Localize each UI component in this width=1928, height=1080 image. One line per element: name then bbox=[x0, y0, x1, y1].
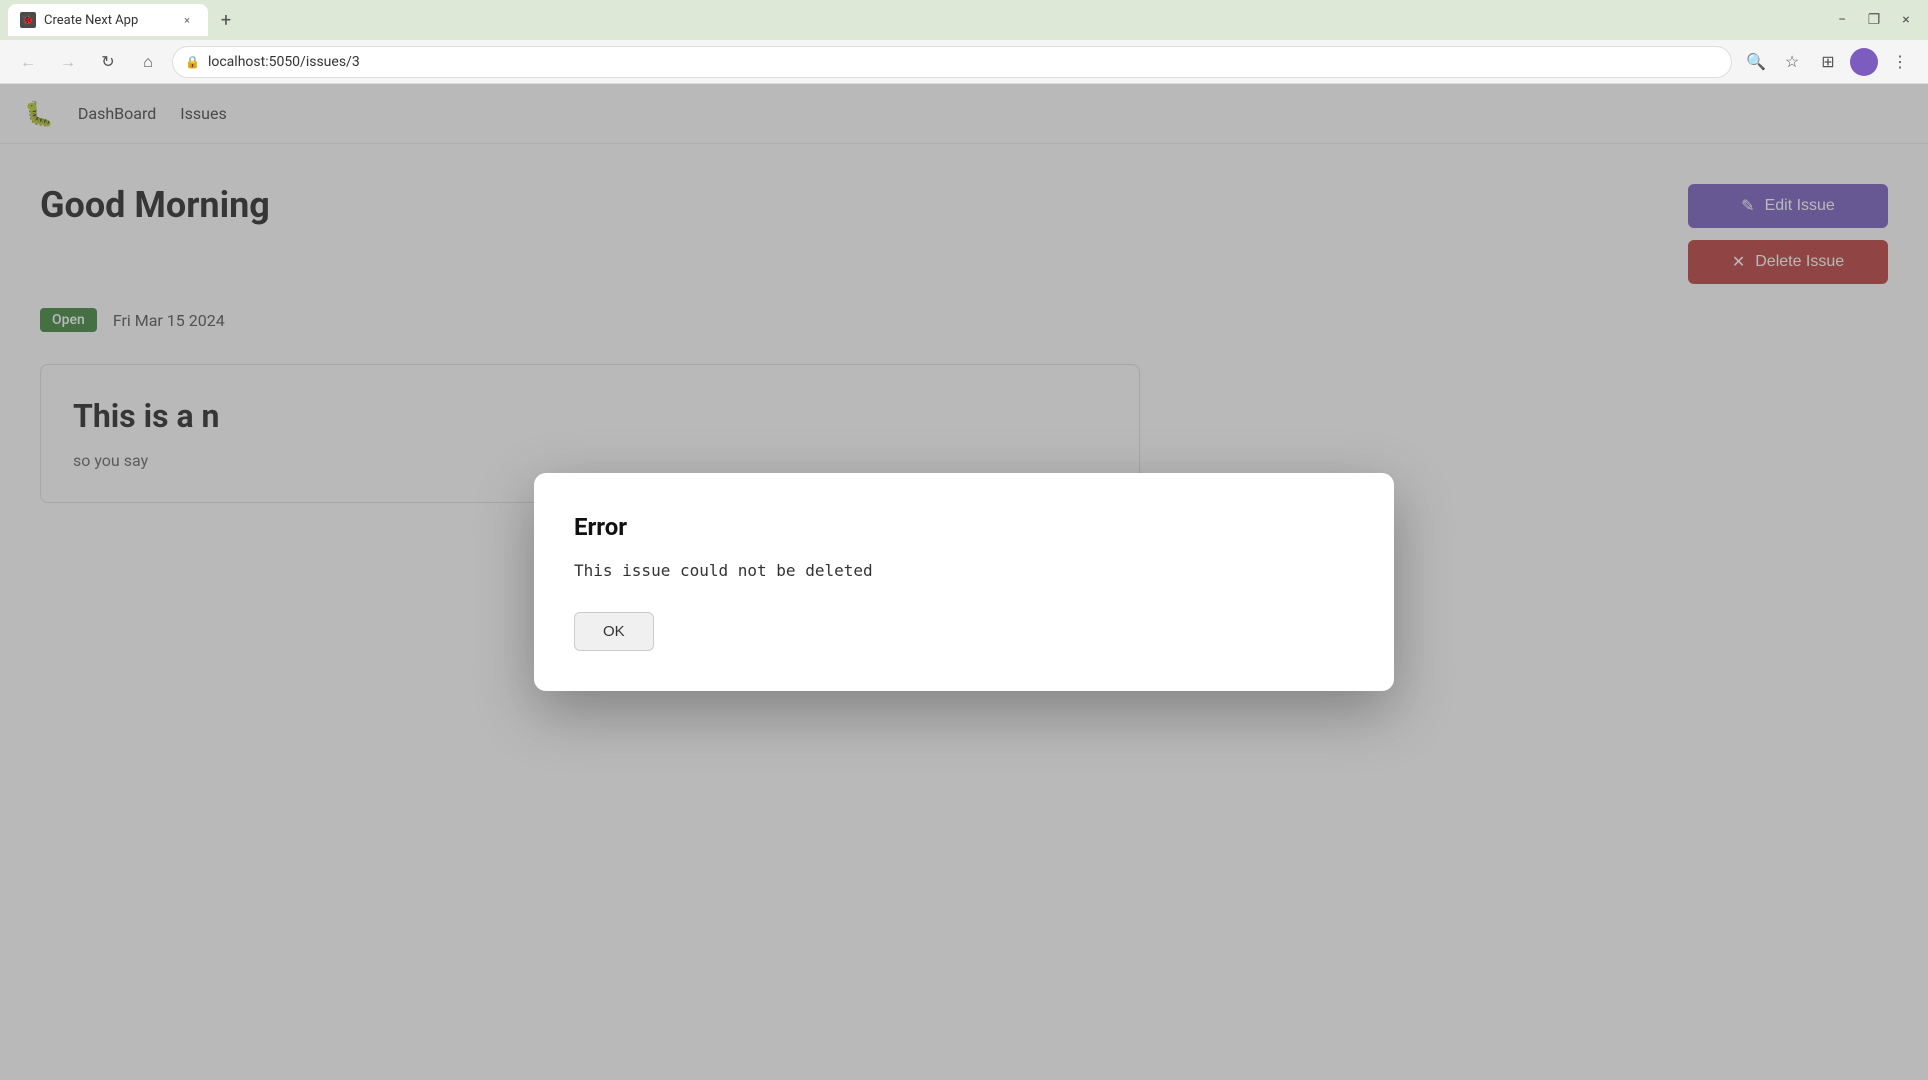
restore-button[interactable]: ❐ bbox=[1860, 6, 1888, 34]
profile-icon[interactable] bbox=[1848, 46, 1880, 78]
zoom-icon[interactable]: 🔍 bbox=[1740, 46, 1772, 78]
address-lock-icon: 🔒 bbox=[185, 55, 200, 69]
tab-favicon: 🐞 bbox=[20, 12, 36, 28]
window-controls: − ❐ × bbox=[1828, 6, 1920, 34]
toolbar-actions: 🔍 ☆ ⊞ ⋮ bbox=[1740, 46, 1916, 78]
menu-icon[interactable]: ⋮ bbox=[1884, 46, 1916, 78]
address-url: localhost:5050/issues/3 bbox=[208, 54, 360, 70]
extensions-icon[interactable]: ⊞ bbox=[1812, 46, 1844, 78]
address-bar[interactable]: 🔒 localhost:5050/issues/3 bbox=[172, 46, 1732, 78]
modal-backdrop: Error This issue could not be deleted OK bbox=[0, 84, 1928, 1080]
modal-message: This issue could not be deleted bbox=[574, 561, 1354, 580]
bookmark-icon[interactable]: ☆ bbox=[1776, 46, 1808, 78]
close-button[interactable]: × bbox=[1892, 6, 1920, 34]
tab-title: Create Next App bbox=[44, 13, 170, 28]
home-button[interactable]: ⌂ bbox=[132, 46, 164, 78]
modal-title: Error bbox=[574, 513, 1354, 541]
tab-close-button[interactable]: × bbox=[178, 11, 196, 29]
back-button[interactable]: ← bbox=[12, 46, 44, 78]
new-tab-button[interactable]: + bbox=[212, 6, 240, 34]
tab-bar: 🐞 Create Next App × + bbox=[8, 0, 240, 40]
browser-chrome: 🐞 Create Next App × + − ❐ × ← → ↻ ⌂ 🔒 lo… bbox=[0, 0, 1928, 84]
error-modal: Error This issue could not be deleted OK bbox=[534, 473, 1394, 691]
avatar[interactable] bbox=[1850, 48, 1878, 76]
reload-button[interactable]: ↻ bbox=[92, 46, 124, 78]
page-content: 🐛 DashBoard Issues Good Morning ✎ Edit I… bbox=[0, 84, 1928, 1080]
modal-ok-button[interactable]: OK bbox=[574, 612, 654, 651]
forward-button[interactable]: → bbox=[52, 46, 84, 78]
minimize-button[interactable]: − bbox=[1828, 6, 1856, 34]
browser-toolbar: ← → ↻ ⌂ 🔒 localhost:5050/issues/3 🔍 ☆ ⊞ … bbox=[0, 40, 1928, 84]
active-tab[interactable]: 🐞 Create Next App × bbox=[8, 4, 208, 36]
browser-titlebar: 🐞 Create Next App × + − ❐ × bbox=[0, 0, 1928, 40]
